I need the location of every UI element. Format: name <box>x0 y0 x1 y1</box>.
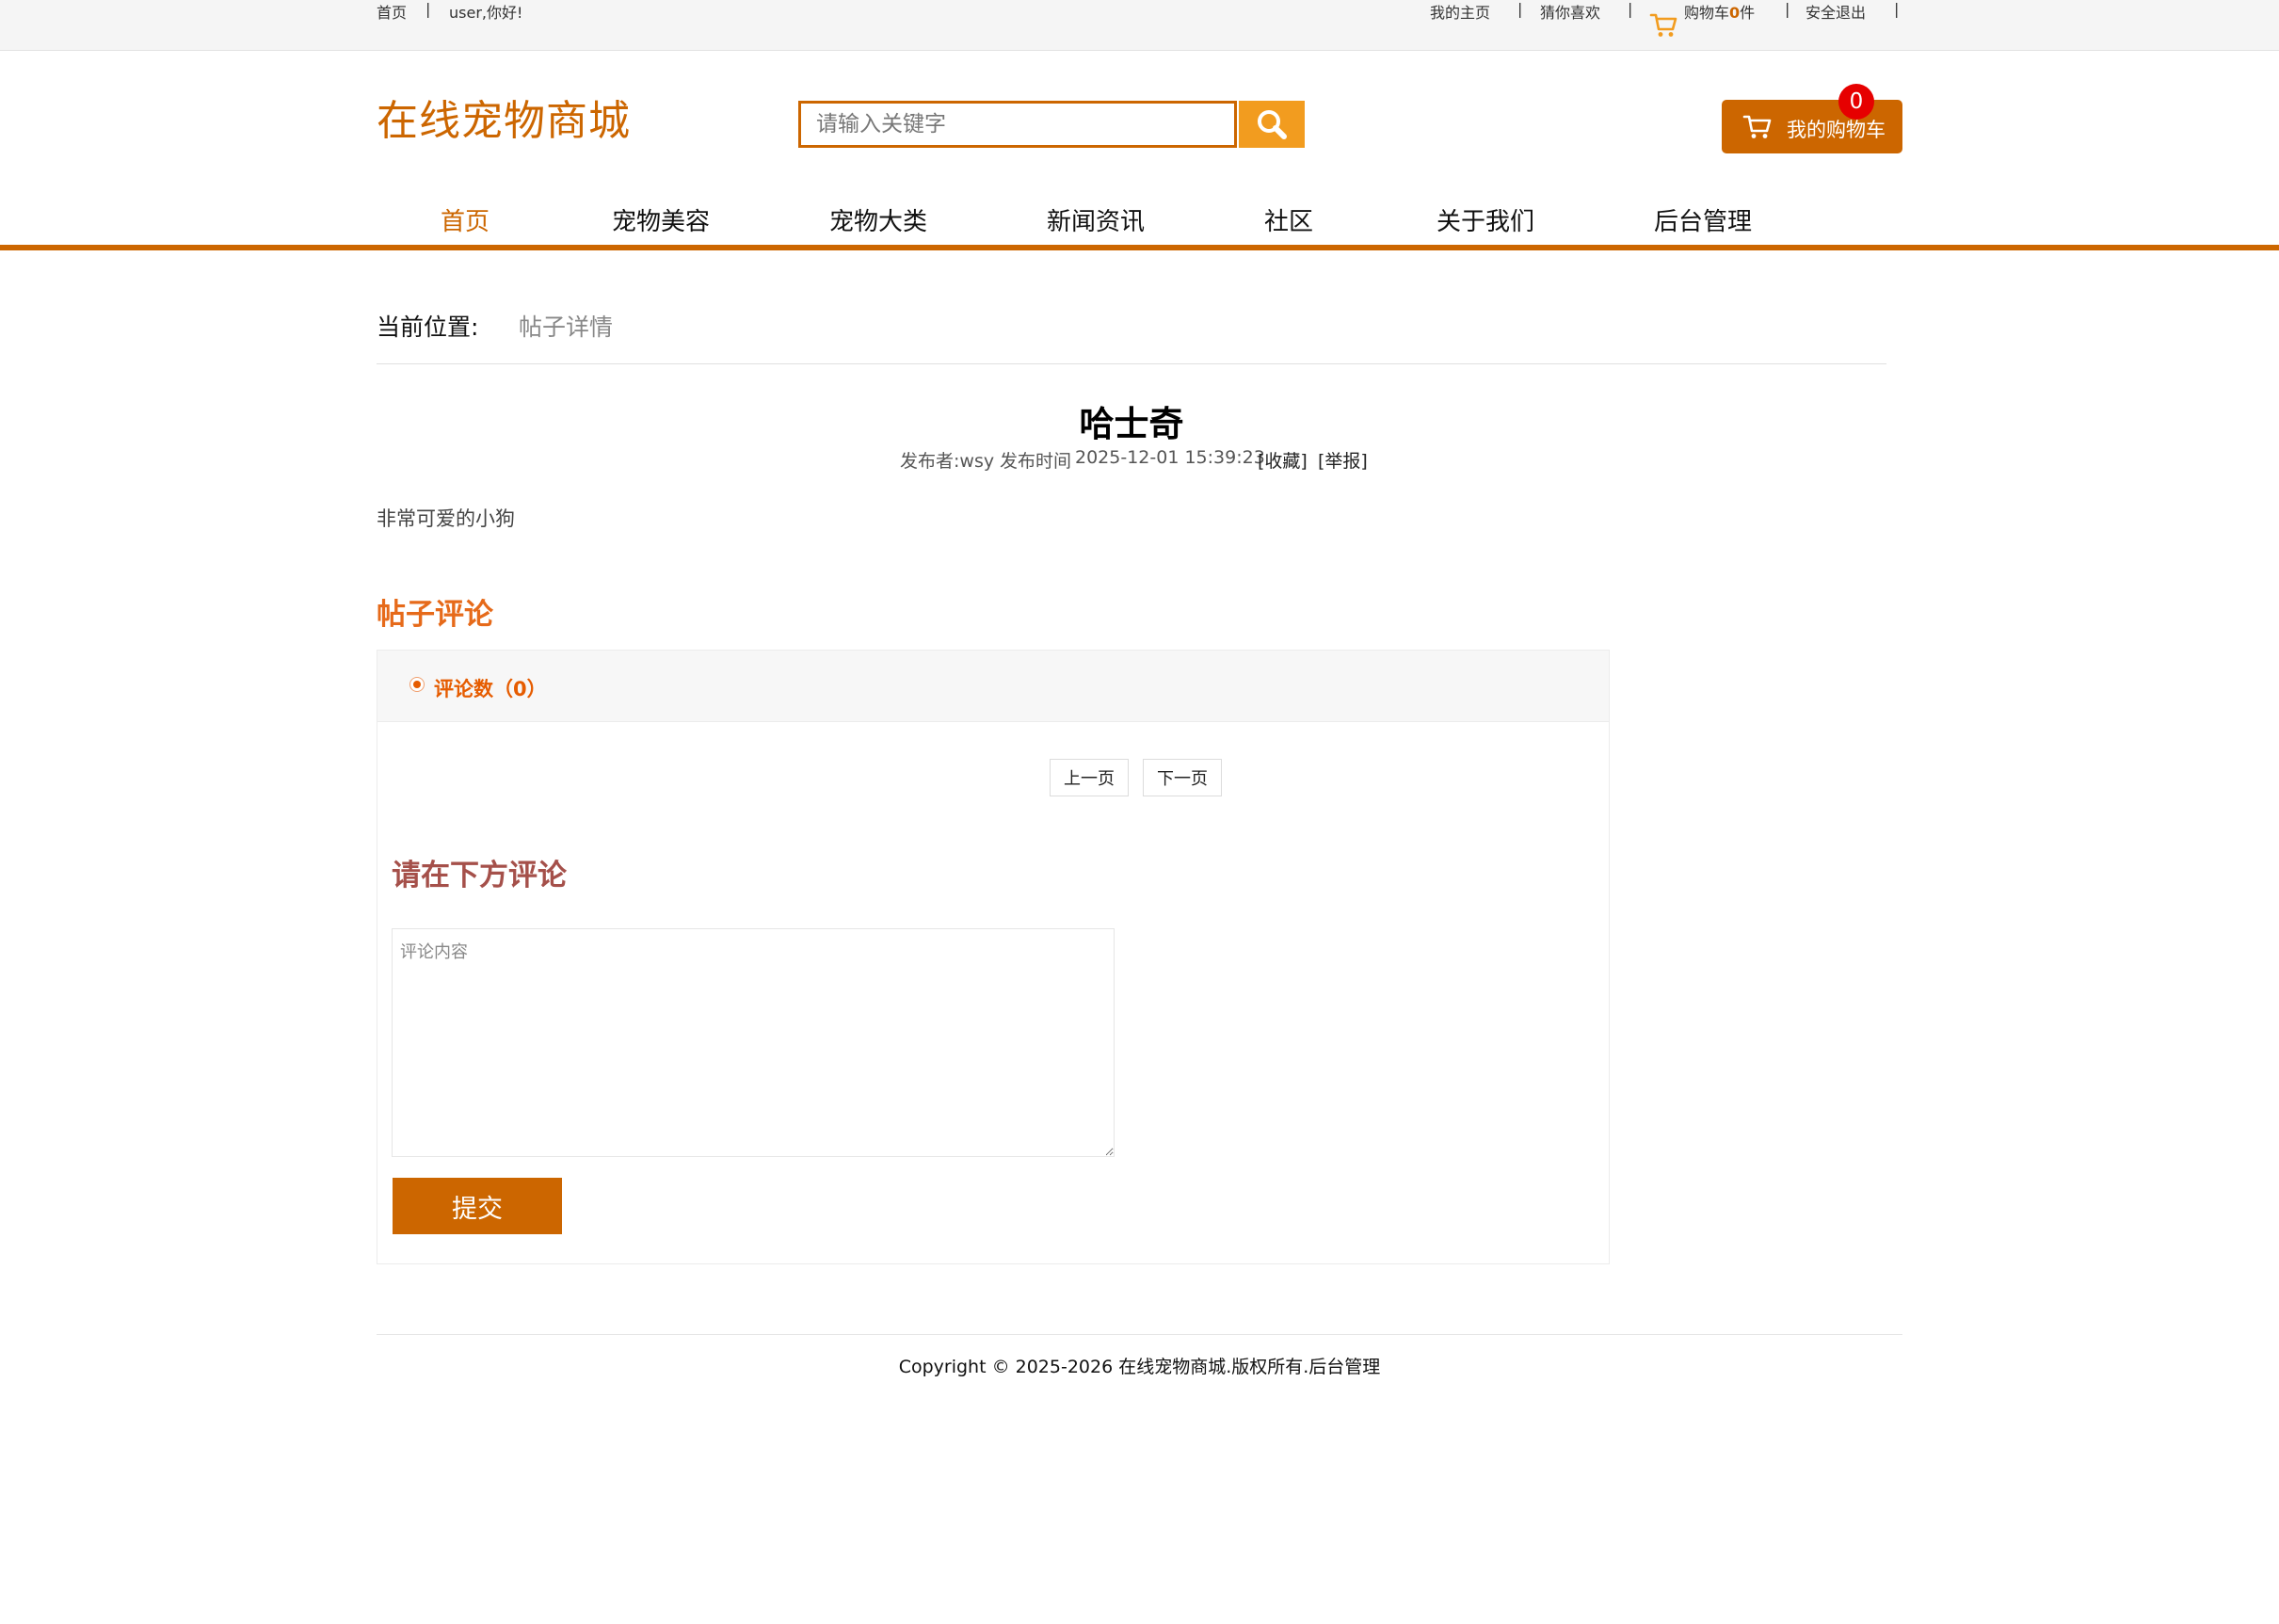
prev-page-button[interactable]: 上一页 <box>1050 759 1129 796</box>
search-icon <box>1258 110 1287 139</box>
cart-icon[interactable] <box>1649 12 1677 39</box>
cart-icon <box>1742 115 1772 138</box>
cart-badge: 0 <box>1838 84 1874 120</box>
breadcrumb-current: 帖子详情 <box>519 314 614 341</box>
nav-underline <box>0 245 2279 250</box>
breadcrumb-label: 当前位置: <box>377 314 479 341</box>
nav-news[interactable]: 新闻资讯 <box>1047 202 1145 237</box>
search-input[interactable] <box>798 101 1237 148</box>
top-bar <box>0 0 2279 51</box>
comments-heading: 帖子评论 <box>377 598 493 632</box>
top-divider: | <box>1517 0 1523 18</box>
post-title: 哈士奇 <box>1079 404 1184 444</box>
user-greeting: user,你好! <box>449 4 523 22</box>
footer-divider <box>377 1334 1902 1335</box>
post-time-label: 发布时间 <box>1000 451 1072 472</box>
report-link[interactable]: [举报] <box>1318 447 1368 473</box>
cart-suffix: 件 <box>1740 4 1756 22</box>
logout-link[interactable]: 安全退出 <box>1806 0 1866 23</box>
post-content: 非常可爱的小狗 <box>377 507 515 530</box>
post-author: 发布者:wsy <box>900 451 995 472</box>
breadcrumb-divider <box>377 363 1886 364</box>
top-home-link[interactable]: 首页 <box>377 0 407 23</box>
my-cart-button[interactable]: 我的购物车 <box>1722 100 1902 153</box>
nav-home[interactable]: 首页 <box>441 202 490 237</box>
nav-admin[interactable]: 后台管理 <box>1654 202 1752 237</box>
nav-pet-grooming[interactable]: 宠物美容 <box>612 202 710 237</box>
submit-button[interactable]: 提交 <box>393 1178 562 1234</box>
comment-textarea[interactable] <box>392 928 1115 1157</box>
top-divider: | <box>1894 0 1900 18</box>
favorite-link[interactable]: [收藏] <box>1258 447 1308 473</box>
site-logo[interactable]: 在线宠物商城 <box>377 87 631 147</box>
copyright-text: Copyright © 2025-2026 在线宠物商城.版权所有.后台管理 <box>898 1357 1381 1377</box>
nav-pet-categories[interactable]: 宠物大类 <box>829 202 927 237</box>
search-button[interactable] <box>1239 101 1305 148</box>
top-divider: | <box>1628 0 1633 18</box>
post-time: 2025-12-01 15:39:23 <box>1075 447 1265 468</box>
cart-prefix: 购物车 <box>1684 4 1730 22</box>
top-cart-link[interactable]: 购物车0件 <box>1684 0 1755 23</box>
comment-form-heading: 请在下方评论 <box>392 859 567 892</box>
comment-count: 评论数（0） <box>434 678 547 700</box>
comment-count-dot-icon <box>409 677 425 692</box>
top-divider: | <box>1785 0 1790 18</box>
nav-community[interactable]: 社区 <box>1264 202 1313 237</box>
comment-panel-header <box>377 651 1609 722</box>
cart-count: 0 <box>1729 4 1741 22</box>
guess-like-link[interactable]: 猜你喜欢 <box>1540 0 1600 23</box>
nav-about-us[interactable]: 关于我们 <box>1436 202 1534 237</box>
next-page-button[interactable]: 下一页 <box>1143 759 1222 796</box>
top-divider: | <box>425 0 431 18</box>
my-home-link[interactable]: 我的主页 <box>1430 0 1490 23</box>
cart-label: 我的购物车 <box>1787 119 1886 141</box>
